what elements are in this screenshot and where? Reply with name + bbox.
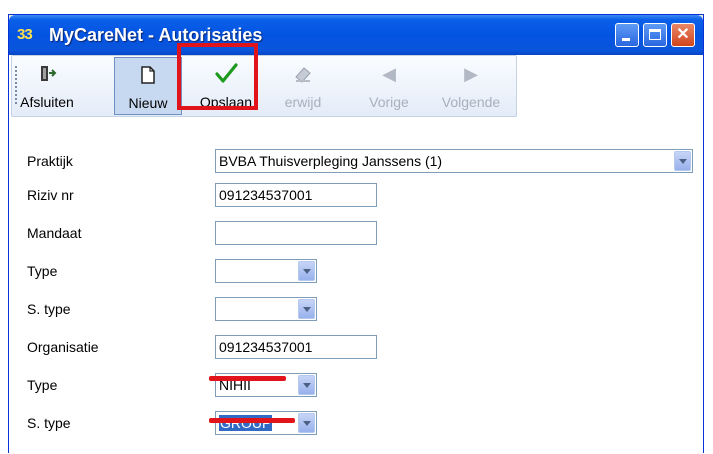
vorige-button[interactable]: ◀ Vorige	[356, 57, 422, 115]
type-select[interactable]	[215, 259, 317, 283]
org-stype-label: S. type	[27, 415, 71, 431]
mandaat-label: Mandaat	[27, 225, 82, 241]
close-icon: ✕	[676, 26, 690, 43]
praktijk-label: Praktijk	[27, 153, 73, 169]
verwijder-button[interactable]: erwijd	[270, 57, 336, 115]
mandaat-input[interactable]	[215, 221, 377, 245]
nihii-underline	[209, 376, 286, 381]
org-type-label: Type	[27, 377, 58, 393]
maximize-button[interactable]	[643, 23, 667, 47]
chevron-down-icon[interactable]	[298, 299, 315, 319]
chevron-down-icon[interactable]	[298, 413, 315, 433]
type-label: Type	[27, 263, 58, 279]
org-stype-select[interactable]: GROUP	[215, 411, 317, 435]
new-document-icon	[115, 64, 181, 86]
organisatie-label: Organisatie	[27, 339, 99, 355]
toolbar-grip-icon[interactable]	[15, 66, 17, 104]
toolstrip: Afsluiten Nieuw Opslaan erwijd ◀ Vorige …	[11, 55, 517, 117]
close-button[interactable]: ✕	[671, 23, 695, 47]
praktijk-select[interactable]: BVBA Thuisverpleging Janssens (1)	[215, 149, 693, 173]
riziv-value: 091234537001	[219, 187, 313, 203]
exit-door-icon	[18, 63, 76, 85]
app-window: 33 MyCareNet - Autorisaties ✕ Afsluiten …	[8, 14, 704, 454]
organisatie-value: 091234537001	[219, 339, 313, 355]
organisatie-input[interactable]: 091234537001	[215, 335, 377, 359]
afsluiten-label: Afsluiten	[20, 94, 74, 110]
afsluiten-button[interactable]: Afsluiten	[18, 57, 76, 115]
group-underline	[209, 418, 295, 423]
eraser-icon	[270, 63, 336, 85]
nieuw-label: Nieuw	[128, 95, 168, 111]
praktijk-value: BVBA Thuisverpleging Janssens (1)	[219, 153, 443, 169]
toolbar: Afsluiten Nieuw Opslaan erwijd ◀ Vorige …	[9, 55, 703, 127]
stype-select[interactable]	[215, 297, 317, 321]
minimize-button[interactable]	[615, 23, 639, 47]
volgende-label: Volgende	[441, 94, 501, 110]
chevron-down-icon[interactable]	[298, 261, 315, 281]
nieuw-button[interactable]: Nieuw	[114, 57, 182, 115]
vorige-label: Vorige	[369, 94, 409, 110]
stype-label: S. type	[27, 301, 71, 317]
arrow-right-icon: ▶	[464, 64, 478, 84]
authorisation-form: Praktijk BVBA Thuisverpleging Janssens (…	[9, 127, 703, 454]
arrow-left-icon: ◀	[382, 64, 396, 84]
minimize-icon	[622, 38, 630, 41]
maximize-icon	[649, 29, 661, 40]
opslaan-highlight-box	[177, 43, 258, 110]
volgende-button[interactable]: ▶ Volgende	[428, 57, 514, 115]
riziv-label: Riziv nr	[27, 187, 74, 203]
chevron-down-icon[interactable]	[298, 375, 315, 395]
riziv-input[interactable]: 091234537001	[215, 183, 377, 207]
app-icon: 33	[17, 26, 33, 43]
verwijder-label: erwijd	[284, 94, 322, 110]
title-bar[interactable]: 33 MyCareNet - Autorisaties ✕	[9, 15, 703, 55]
chevron-down-icon[interactable]	[674, 151, 691, 171]
